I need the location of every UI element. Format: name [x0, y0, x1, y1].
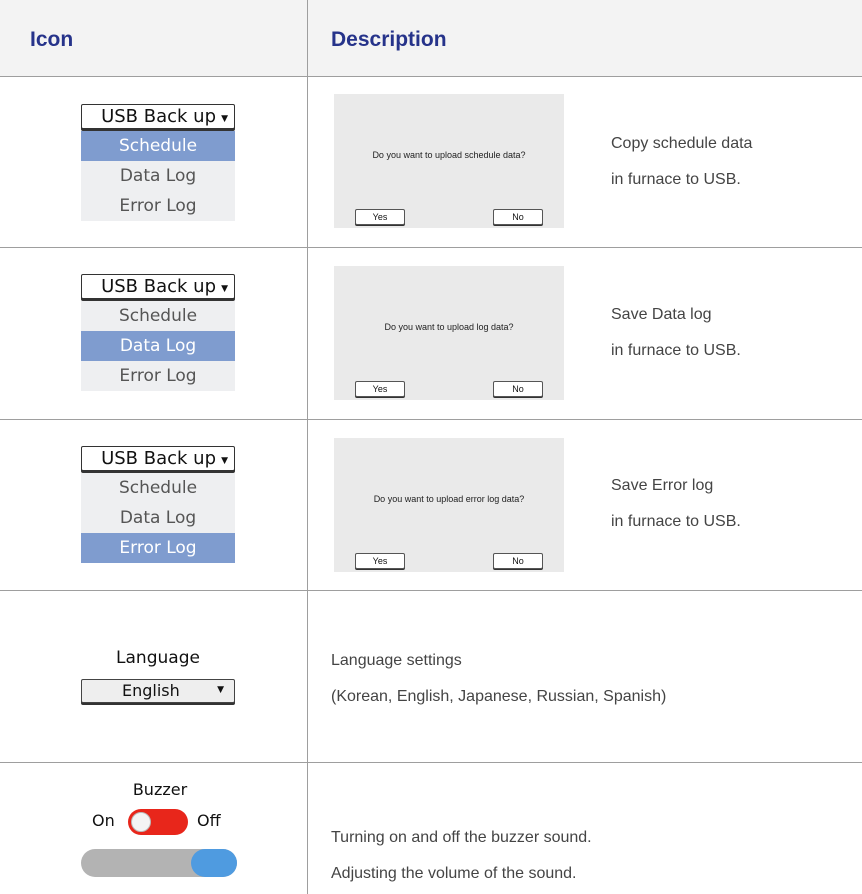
row-divider: [0, 590, 862, 591]
description-line: (Korean, English, Japanese, Russian, Spa…: [331, 688, 667, 705]
dropdown-header[interactable]: USB Back up ▼: [81, 274, 235, 299]
dialog-message: Do you want to upload log data?: [384, 322, 514, 332]
usb-backup-dropdown[interactable]: USB Back up ▼ Schedule Data Log Error Lo…: [81, 104, 235, 221]
dropdown-list: Schedule Data Log Error Log: [81, 131, 235, 221]
upload-dialog: Do you want to upload log data? Yes No: [334, 266, 564, 400]
icon-column-header: Icon: [30, 28, 74, 51]
dialog-message: Do you want to upload error log data?: [373, 494, 525, 504]
row-description: Save Error log in furnace to USB.: [611, 468, 741, 540]
description-line: Language settings: [331, 652, 462, 669]
yes-button[interactable]: Yes: [355, 381, 405, 397]
description-line: Turning on and off the buzzer sound.: [331, 829, 592, 846]
language-select[interactable]: English ▼: [81, 679, 235, 703]
column-divider: [307, 0, 308, 894]
row-description: Copy schedule data in furnace to USB.: [611, 126, 752, 198]
row-divider: [0, 76, 862, 77]
dropdown-item-schedule[interactable]: Schedule: [81, 301, 235, 331]
usb-backup-dropdown[interactable]: USB Back up ▼ Schedule Data Log Error Lo…: [81, 274, 235, 391]
dropdown-header[interactable]: USB Back up ▼: [81, 446, 235, 471]
no-button[interactable]: No: [493, 381, 543, 397]
usb-backup-dropdown[interactable]: USB Back up ▼ Schedule Data Log Error Lo…: [81, 446, 235, 563]
no-button[interactable]: No: [493, 553, 543, 569]
upload-dialog: Do you want to upload error log data? Ye…: [334, 438, 564, 572]
chevron-down-icon: ▼: [221, 284, 228, 294]
dialog-message: Do you want to upload schedule data?: [372, 150, 526, 160]
dropdown-item-schedule[interactable]: Schedule: [81, 473, 235, 503]
description-column-header: Description: [331, 28, 447, 51]
dropdown-item-data-log[interactable]: Data Log: [81, 161, 235, 191]
buzzer-description: Turning on and off the buzzer sound. Adj…: [331, 820, 592, 892]
description-line: in furnace to USB.: [611, 171, 741, 188]
upload-dialog: Do you want to upload schedule data? Yes…: [334, 94, 564, 228]
dropdown-title: USB Back up: [101, 276, 216, 297]
row-divider: [0, 247, 862, 248]
row-description: Save Data log in furnace to USB.: [611, 297, 741, 369]
dropdown-title: USB Back up: [101, 106, 216, 127]
chevron-down-icon: ▼: [221, 456, 228, 466]
language-value: English: [122, 681, 180, 700]
dropdown-item-data-log[interactable]: Data Log: [81, 331, 235, 361]
dropdown-list: Schedule Data Log Error Log: [81, 473, 235, 563]
dropdown-item-schedule[interactable]: Schedule: [81, 131, 235, 161]
description-line: Adjusting the volume of the sound.: [331, 865, 577, 882]
description-line: Save Data log: [611, 306, 712, 323]
dropdown-item-error-log[interactable]: Error Log: [81, 533, 235, 563]
dropdown-header[interactable]: USB Back up ▼: [81, 104, 235, 129]
buzzer-label: Buzzer: [132, 780, 188, 799]
dropdown-item-data-log[interactable]: Data Log: [81, 503, 235, 533]
language-description: Language settings (Korean, English, Japa…: [331, 643, 666, 715]
off-label: Off: [197, 811, 221, 830]
row-divider: [0, 762, 862, 763]
buzzer-toggle[interactable]: [128, 809, 188, 835]
description-line: in furnace to USB.: [611, 342, 741, 359]
row-divider: [0, 419, 862, 420]
yes-button[interactable]: Yes: [355, 209, 405, 225]
language-label: Language: [116, 648, 200, 668]
yes-button[interactable]: Yes: [355, 553, 405, 569]
on-label: On: [92, 811, 115, 830]
volume-slider[interactable]: [81, 849, 237, 877]
chevron-down-icon: ▼: [221, 114, 228, 124]
description-line: Copy schedule data: [611, 135, 753, 152]
dropdown-item-error-log[interactable]: Error Log: [81, 191, 235, 221]
no-button[interactable]: No: [493, 209, 543, 225]
dropdown-title: USB Back up: [101, 448, 216, 469]
toggle-knob: [131, 812, 151, 832]
description-line: in furnace to USB.: [611, 513, 741, 530]
description-line: Save Error log: [611, 477, 714, 494]
dropdown-list: Schedule Data Log Error Log: [81, 301, 235, 391]
chevron-down-icon: ▼: [217, 685, 224, 695]
dropdown-item-error-log[interactable]: Error Log: [81, 361, 235, 391]
slider-thumb[interactable]: [191, 849, 237, 877]
